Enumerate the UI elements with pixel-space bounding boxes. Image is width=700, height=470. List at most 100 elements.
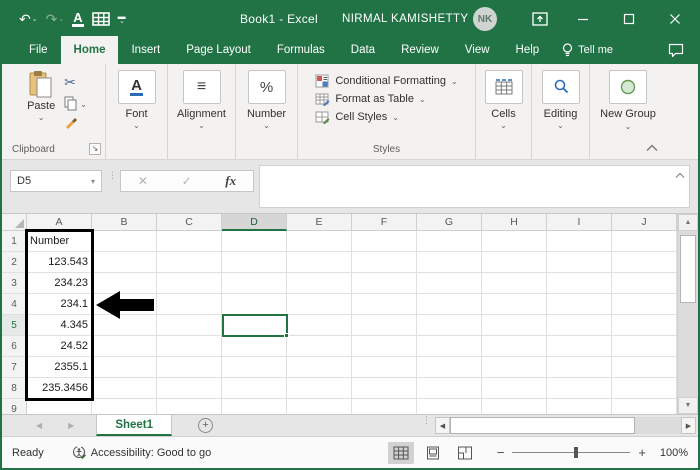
scroll-right-button[interactable]: ▶ — [681, 417, 696, 434]
cell-B4[interactable] — [92, 294, 157, 315]
tab-page-layout[interactable]: Page Layout — [173, 36, 264, 64]
column-header-H[interactable]: H — [482, 214, 547, 231]
borders-button[interactable] — [89, 12, 113, 26]
cell-C9[interactable] — [157, 399, 222, 414]
cell-B3[interactable] — [92, 273, 157, 294]
cell-I8[interactable] — [547, 378, 612, 399]
redo-button[interactable]: ↷ ⌄ — [43, 11, 68, 28]
cell-B1[interactable] — [92, 231, 157, 252]
format-painter-button[interactable] — [64, 116, 78, 130]
tab-file[interactable]: File — [16, 36, 61, 64]
row-header-7[interactable]: 7 — [2, 357, 27, 378]
minimize-button[interactable] — [560, 2, 606, 36]
zoom-in-button[interactable]: + — [638, 445, 646, 460]
cell-J7[interactable] — [612, 357, 677, 378]
page-break-preview-button[interactable] — [452, 442, 478, 464]
cell-C2[interactable] — [157, 252, 222, 273]
copy-button[interactable]: ⌄ — [64, 96, 87, 111]
column-header-A[interactable]: A — [27, 214, 92, 231]
cell-E5[interactable] — [287, 315, 352, 336]
page-layout-view-button[interactable] — [420, 442, 446, 464]
cell-C4[interactable] — [157, 294, 222, 315]
cell-J2[interactable] — [612, 252, 677, 273]
cell-I5[interactable] — [547, 315, 612, 336]
cell-F5[interactable] — [352, 315, 417, 336]
cell-C7[interactable] — [157, 357, 222, 378]
cell-J6[interactable] — [612, 336, 677, 357]
cell-I6[interactable] — [547, 336, 612, 357]
cell-E3[interactable] — [287, 273, 352, 294]
cell-D3[interactable] — [222, 273, 287, 294]
cell-G3[interactable] — [417, 273, 482, 294]
cell-D6[interactable] — [222, 336, 287, 357]
close-button[interactable] — [652, 2, 698, 36]
cell-E6[interactable] — [287, 336, 352, 357]
ribbon-display-options-button[interactable] — [520, 2, 560, 36]
row-header-6[interactable]: 6 — [2, 336, 27, 357]
cell-A2[interactable]: 123.543 — [27, 252, 92, 273]
cell-E9[interactable] — [287, 399, 352, 414]
scroll-left-button[interactable]: ◀ — [435, 417, 450, 434]
scroll-down-button[interactable]: ▼ — [678, 397, 698, 414]
cell-D9[interactable] — [222, 399, 287, 414]
selected-cell-d5[interactable] — [222, 314, 289, 338]
cell-A4[interactable]: 234.1 — [27, 294, 92, 315]
next-sheet-button[interactable]: ▶ — [68, 421, 74, 430]
cell-F3[interactable] — [352, 273, 417, 294]
cell-C5[interactable] — [157, 315, 222, 336]
horizontal-scroll-track[interactable] — [635, 417, 681, 434]
new-group-button[interactable]: New Group ⌄ — [600, 70, 656, 133]
cell-H6[interactable] — [482, 336, 547, 357]
cell-E4[interactable] — [287, 294, 352, 315]
collapse-ribbon-button[interactable] — [646, 143, 658, 155]
cell-G7[interactable] — [417, 357, 482, 378]
cell-G9[interactable] — [417, 399, 482, 414]
undo-button[interactable]: ↶ ⌄ — [16, 11, 41, 28]
cell-J4[interactable] — [612, 294, 677, 315]
column-header-I[interactable]: I — [547, 214, 612, 231]
cells-menu-button[interactable]: Cells ⌄ — [476, 70, 532, 130]
confirm-entry-button[interactable]: ✓ — [182, 174, 192, 188]
clipboard-dialog-launcher[interactable]: ↘ — [89, 143, 101, 155]
row-header-3[interactable]: 3 — [2, 273, 27, 294]
cell-I7[interactable] — [547, 357, 612, 378]
cell-C3[interactable] — [157, 273, 222, 294]
cell-B5[interactable] — [92, 315, 157, 336]
cell-B6[interactable] — [92, 336, 157, 357]
accessibility-status[interactable]: Accessibility: Good to go — [72, 445, 211, 460]
prev-sheet-button[interactable]: ◀ — [36, 421, 42, 430]
cell-G1[interactable] — [417, 231, 482, 252]
column-header-D[interactable]: D — [222, 214, 287, 231]
tab-view[interactable]: View — [452, 36, 503, 64]
cell-D8[interactable] — [222, 378, 287, 399]
paste-button[interactable]: Paste ⌄ — [20, 70, 62, 130]
fill-handle[interactable] — [284, 333, 289, 338]
expand-formula-bar-button[interactable] — [675, 170, 685, 182]
alignment-menu-button[interactable]: ≡ Alignment ⌄ — [174, 70, 230, 130]
cell-F2[interactable] — [352, 252, 417, 273]
editing-menu-button[interactable]: Editing ⌄ — [533, 70, 589, 130]
tab-review[interactable]: Review — [388, 36, 452, 64]
format-as-table-button[interactable]: Format as Table ⌄ — [315, 92, 426, 106]
cell-C8[interactable] — [157, 378, 222, 399]
font-menu-button[interactable]: A Font ⌄ — [109, 70, 165, 130]
cell-D7[interactable] — [222, 357, 287, 378]
row-header-4[interactable]: 4 — [2, 294, 27, 315]
cell-E1[interactable] — [287, 231, 352, 252]
formula-input[interactable] — [259, 165, 690, 208]
column-header-C[interactable]: C — [157, 214, 222, 231]
name-box[interactable]: D5 ▾ — [10, 170, 102, 192]
cell-C6[interactable] — [157, 336, 222, 357]
cell-J8[interactable] — [612, 378, 677, 399]
cell-H2[interactable] — [482, 252, 547, 273]
cell-G6[interactable] — [417, 336, 482, 357]
vertical-scrollbar[interactable]: ▲ ▼ — [677, 214, 698, 414]
cell-I2[interactable] — [547, 252, 612, 273]
zoom-out-button[interactable]: − — [497, 445, 505, 460]
cell-I4[interactable] — [547, 294, 612, 315]
cell-F4[interactable] — [352, 294, 417, 315]
cell-I3[interactable] — [547, 273, 612, 294]
cell-E2[interactable] — [287, 252, 352, 273]
horizontal-scroll-thumb[interactable] — [450, 417, 635, 434]
cell-D4[interactable] — [222, 294, 287, 315]
